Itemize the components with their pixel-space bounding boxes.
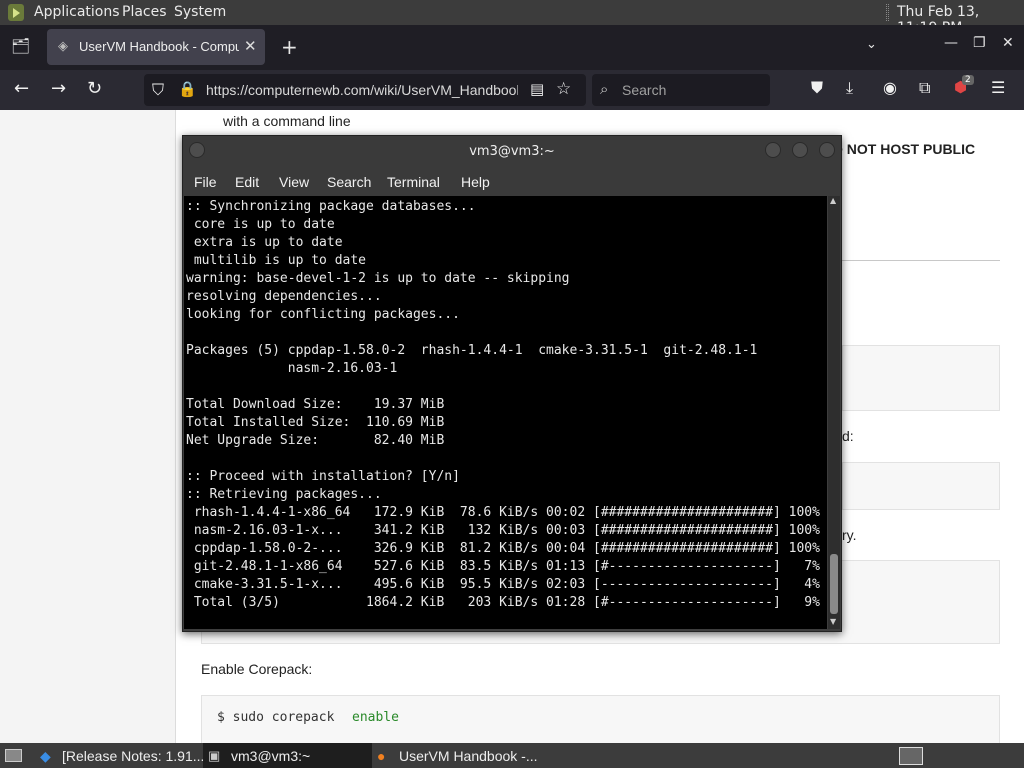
pocket-icon[interactable]: ⛊ — [811, 78, 823, 98]
list-all-tabs-icon[interactable]: ⌄ — [866, 37, 877, 52]
extensions-icon[interactable]: ⧉ — [919, 78, 930, 98]
download-icon[interactable]: ⤓ — [846, 78, 853, 98]
search-box[interactable]: ⌕ Search — [592, 74, 770, 106]
browser-tab-bar: 🗂 ◈ UserVM Handbook - Compu ✕ + ⌄ — ❐ ✕ — [0, 25, 1024, 70]
panel-separator — [886, 4, 889, 21]
distro-icon[interactable] — [8, 4, 24, 21]
terminal-icon: ▣ — [208, 748, 221, 763]
account-icon[interactable]: ◉ — [883, 78, 897, 97]
new-tab-icon[interactable]: + — [281, 35, 298, 59]
minimize-icon[interactable]: — — [944, 35, 958, 51]
shield-icon[interactable]: ⛉ — [152, 80, 164, 100]
terminal-screen[interactable]: :: Synchronizing package databases... co… — [184, 196, 827, 629]
lock-icon[interactable]: 🔒 — [178, 80, 197, 98]
applications-menu[interactable]: Applications — [34, 4, 120, 20]
terminal-window[interactable]: vm3@vm3:~ File Edit View Search Terminal… — [182, 135, 842, 632]
taskbar-item-label: UserVM Handbook -... — [399, 748, 538, 764]
corepack-code-block: $ sudo corepack enable — [201, 695, 1000, 743]
window-close-icon[interactable]: ✕ — [1002, 35, 1014, 51]
scrollbar-thumb[interactable] — [830, 554, 838, 614]
code-block — [842, 345, 1000, 411]
restore-icon[interactable]: ❐ — [973, 35, 986, 51]
back-icon[interactable]: ← — [14, 78, 29, 99]
reader-icon[interactable]: ▤ — [530, 80, 544, 98]
url-bar[interactable]: ⛉ 🔒 https://computernewb.com/wiki/UserVM… — [144, 74, 586, 106]
close-button[interactable] — [819, 142, 835, 158]
menu-terminal[interactable]: Terminal — [387, 174, 440, 190]
extension-badge: 2 — [962, 75, 974, 85]
browser-tab[interactable]: ◈ UserVM Handbook - Compu ✕ — [47, 29, 265, 65]
menu-view[interactable]: View — [279, 174, 309, 190]
taskbar-item-terminal[interactable]: ▣ vm3@vm3:~ — [203, 743, 372, 768]
system-menu[interactable]: System — [174, 4, 226, 20]
menu-file[interactable]: File — [194, 174, 217, 190]
scroll-down-icon[interactable]: ▼ — [830, 617, 836, 626]
navigation-bar: ← → ↻ ⛉ 🔒 https://computernewb.com/wiki/… — [0, 70, 1024, 110]
taskbar-item-release-notes[interactable]: ◆ [Release Notes: 1.91... — [34, 743, 204, 768]
page-text-command-line: with a command line — [223, 113, 351, 129]
tab-title: UserVM Handbook - Compu — [79, 39, 239, 54]
page-warning-text: O NOT HOST PUBLIC — [832, 141, 976, 157]
search-icon: ⌕ — [600, 80, 609, 98]
code-keyword: enable — [352, 710, 399, 725]
workspace-switcher[interactable] — [897, 743, 925, 768]
favicon-icon: ◈ — [58, 39, 68, 54]
bookmark-star-icon[interactable]: ☆ — [556, 79, 571, 99]
reload-icon[interactable]: ↻ — [87, 78, 102, 99]
code-prompt: $ sudo corepack — [217, 710, 335, 725]
terminal-output: :: Synchronizing package databases... co… — [186, 199, 820, 610]
menu-help[interactable]: Help — [461, 174, 490, 190]
menu-edit[interactable]: Edit — [235, 174, 259, 190]
show-desktop-icon[interactable] — [3, 743, 23, 768]
page-text-fragment: ry. — [842, 527, 857, 543]
minimize-button[interactable] — [765, 142, 781, 158]
terminal-titlebar[interactable]: vm3@vm3:~ — [183, 136, 841, 166]
maximize-button[interactable] — [792, 142, 808, 158]
search-placeholder: Search — [622, 82, 667, 98]
forward-icon[interactable]: → — [51, 78, 66, 99]
menu-search[interactable]: Search — [327, 174, 371, 190]
vscode-icon: ◆ — [40, 748, 51, 764]
terminal-title: vm3@vm3:~ — [469, 144, 555, 159]
top-panel: Applications Places System Thu Feb 13, 1… — [0, 0, 1024, 36]
taskbar-item-label: vm3@vm3:~ — [231, 748, 311, 764]
close-tab-icon[interactable]: ✕ — [244, 37, 257, 55]
page-sidebar — [0, 110, 176, 743]
bottom-taskbar: ◆ [Release Notes: 1.91... ▣ vm3@vm3:~ ● … — [0, 743, 1024, 768]
url-text[interactable]: https://computernewb.com/wiki/UserVM_Han… — [206, 82, 518, 98]
taskbar-item-label: [Release Notes: 1.91... — [62, 748, 205, 764]
page-text-fragment: d: — [842, 428, 854, 444]
tab-list-icon[interactable]: 🗂 — [11, 37, 30, 55]
scroll-up-icon[interactable]: ▲ — [830, 196, 836, 205]
code-block — [842, 462, 1000, 510]
taskbar-item-firefox[interactable]: ● UserVM Handbook -... — [372, 743, 542, 768]
menu-icon[interactable]: ☰ — [991, 78, 1005, 97]
firefox-icon: ● — [377, 748, 386, 764]
terminal-menubar: File Edit View Search Terminal Help — [183, 166, 841, 196]
enable-corepack-text: Enable Corepack: — [201, 661, 313, 677]
page-divider — [842, 260, 1000, 261]
terminal-scrollbar[interactable]: ▲ ▼ — [828, 196, 840, 629]
places-menu[interactable]: Places — [122, 4, 167, 20]
